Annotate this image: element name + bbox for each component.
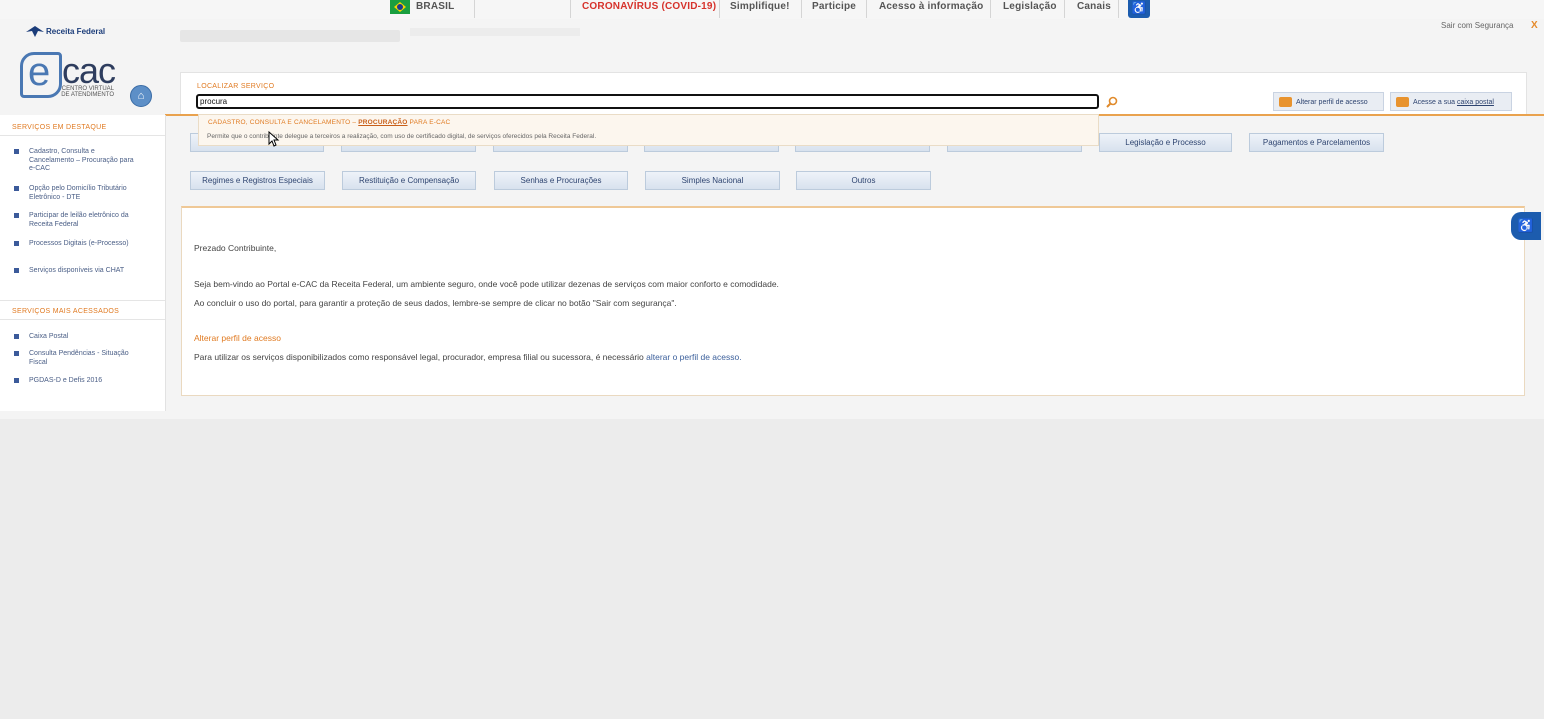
side-accessibility-icon[interactable]: ♿ [1511,212,1541,240]
tab-legislacao-processo[interactable]: Legislação e Processo [1099,133,1232,152]
tab-restituicao-compensacao[interactable]: Restituição e Compensação [342,171,476,190]
gov-covid-link[interactable]: CORONAVÍRUS (COVID-19) [582,0,716,17]
sidebar-item-procuracao[interactable]: Cadastro, Consulta e Cancelamento – Proc… [14,148,134,175]
change-profile-label: Alterar perfil de acesso [1296,99,1368,106]
suggestion-title[interactable]: CADASTRO, CONSULTA E CANCELAMENTO – PROC… [208,119,450,126]
welcome-paragraph-3: Para utilizar os serviços disponibilizad… [194,352,742,362]
tab-outros[interactable]: Outros [796,171,931,190]
gov-brasil-link[interactable]: BRASIL [416,0,454,17]
mail-icon [1396,97,1409,107]
ecac-logo-cac: cac [62,50,116,91]
tab-pagamentos-parcelamentos[interactable]: Pagamentos e Parcelamentos [1249,133,1384,152]
change-profile-link[interactable]: alterar o perfil de acesso. [646,352,741,362]
search-label: LOCALIZAR SERVIÇO [197,83,275,90]
suggestion-description: Permite que o contribuinte delegue a ter… [207,133,597,140]
breadcrumb-secondary [410,28,580,36]
sidebar-item-caixa-postal[interactable]: Caixa Postal [14,333,134,342]
accessibility-icon[interactable]: ♿ [1128,0,1150,18]
receita-federal-logo-icon [26,26,44,37]
change-profile-button[interactable]: Alterar perfil de acesso [1273,92,1384,111]
gov-simplifique-link[interactable]: Simplifique! [730,0,790,17]
sidebar-item-chat[interactable]: Serviços disponíveis via CHAT [14,267,134,276]
mailbox-button[interactable]: Acesse a sua caixa postal [1390,92,1512,111]
ecac-logo-subtitle: CENTRO VIRTUAL DE ATENDIMENTO [61,86,114,98]
mouse-cursor-icon [268,131,280,147]
tab-senhas-procuracoes[interactable]: Senhas e Procurações [494,171,628,190]
logout-close-icon[interactable]: X [1531,20,1538,31]
breadcrumb [180,30,400,42]
sidebar-item-leilao[interactable]: Participar de leilão eletrônico da Recei… [14,212,134,230]
gov-acesso-informacao-link[interactable]: Acesso à informação [879,0,983,17]
users-icon [1279,97,1292,107]
sidebar-highlight-title: SERVIÇOS EM DESTAQUE [12,124,107,131]
gov-top-bar: BRASIL CORONAVÍRUS (COVID-19) Simplifiqu… [0,0,1544,20]
welcome-greeting: Prezado Contribuinte, [194,243,277,253]
brazil-flag-icon[interactable] [390,0,410,14]
ecac-logo-e: e [28,50,51,94]
mailbox-label: Acesse a sua [1413,99,1457,106]
mailbox-link[interactable]: caixa postal [1457,99,1494,106]
gov-legislacao-link[interactable]: Legislação [1003,0,1057,17]
search-input[interactable] [196,94,1099,109]
welcome-paragraph-2: Ao concluir o uso do portal, para garant… [194,298,677,308]
search-icon[interactable] [1106,96,1118,108]
receita-federal-name: Receita Federal [46,27,106,36]
sidebar-item-pgdas[interactable]: PGDAS-D e Defis 2016 [14,377,134,386]
change-profile-heading[interactable]: Alterar perfil de acesso [194,333,281,343]
sidebar-item-pendencias[interactable]: Consulta Pendências - Situação Fiscal [14,350,134,368]
sidebar-item-dte[interactable]: Opção pelo Domicílio Tributário Eletrôni… [14,185,134,203]
tab-simples-nacional[interactable]: Simples Nacional [645,171,780,190]
sidebar-item-eprocesso[interactable]: Processos Digitais (e-Processo) [14,240,134,258]
welcome-paragraph-1: Seja bem-vindo ao Portal e-CAC da Receit… [194,279,779,289]
gov-participe-link[interactable]: Participe [812,0,856,17]
gov-canais-link[interactable]: Canais [1077,0,1111,17]
sidebar-most-accessed-title: SERVIÇOS MAIS ACESSADOS [12,308,120,315]
home-icon[interactable]: ⌂ [130,85,152,107]
tab-regimes-registros[interactable]: Regimes e Registros Especiais [190,171,325,190]
logout-link[interactable]: Sair com Segurança [1441,21,1513,30]
